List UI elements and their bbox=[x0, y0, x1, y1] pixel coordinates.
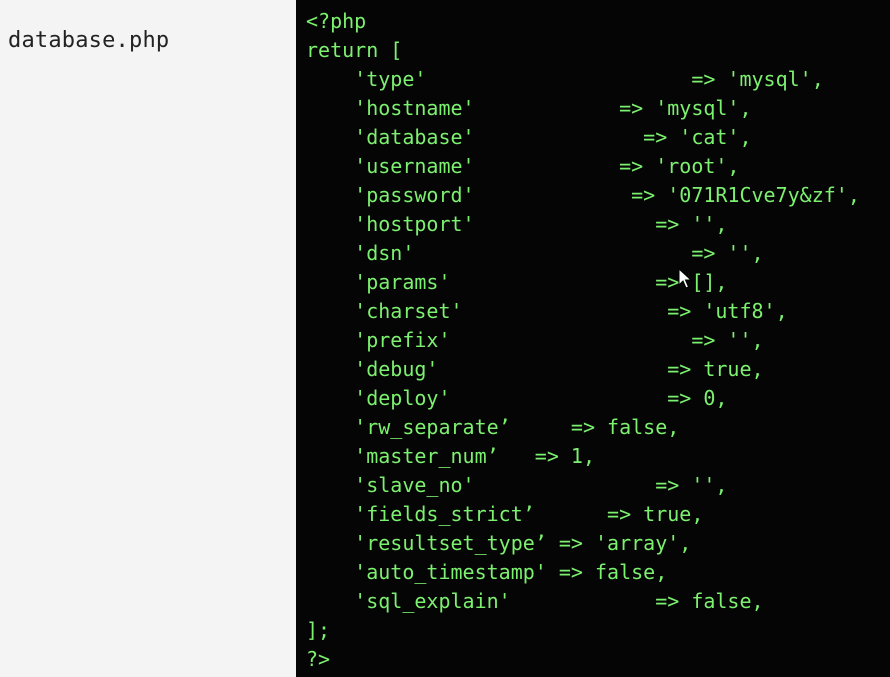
config-entry-hostport: 'hostport' => '', bbox=[306, 212, 728, 236]
return-close: ]; bbox=[306, 618, 331, 642]
config-entry-resultset-type: 'resultset_type’ => 'array', bbox=[306, 531, 692, 555]
config-entry-master-num: 'master_num’ => 1, bbox=[306, 444, 595, 468]
config-entry-fields-strict: 'fields_strict’ => true, bbox=[306, 502, 704, 526]
config-entry-debug: 'debug' => true, bbox=[306, 357, 764, 381]
config-entry-slave-no: 'slave_no' => '', bbox=[306, 473, 728, 497]
config-entry-dsn: 'dsn' => '', bbox=[306, 241, 764, 265]
config-entry-auto-timestamp: 'auto_timestamp' => false, bbox=[306, 560, 668, 584]
config-entry-rw-separate: 'rw_separate’ => false, bbox=[306, 415, 680, 439]
config-entry-deploy: 'deploy' => 0, bbox=[306, 386, 728, 410]
config-entry-database: 'database' => 'cat', bbox=[306, 125, 752, 149]
php-close-tag: ?> bbox=[306, 647, 331, 671]
config-entry-sql-explain: 'sql_explain' => false, bbox=[306, 589, 764, 613]
config-entry-username: 'username' => 'root', bbox=[306, 154, 740, 178]
config-entry-params: 'params' => [], bbox=[306, 270, 728, 294]
return-open: return [ bbox=[306, 38, 403, 62]
filename-label: database.php bbox=[8, 28, 170, 53]
code-terminal: <?php return [ 'type' => 'mysql', 'hostn… bbox=[296, 0, 890, 677]
mouse-pointer-icon bbox=[678, 268, 692, 289]
config-entry-hostname: 'hostname' => 'mysql', bbox=[306, 96, 752, 120]
config-entry-prefix: 'prefix' => '', bbox=[306, 328, 764, 352]
config-entry-type: 'type' => 'mysql', bbox=[306, 67, 824, 91]
php-open-tag: <?php bbox=[306, 9, 367, 33]
config-entry-password: 'password' => '071R1Cve7y&zf', bbox=[306, 183, 860, 207]
config-entry-charset: 'charset' => 'utf8', bbox=[306, 299, 788, 323]
file-label-pane: database.php bbox=[0, 0, 296, 677]
